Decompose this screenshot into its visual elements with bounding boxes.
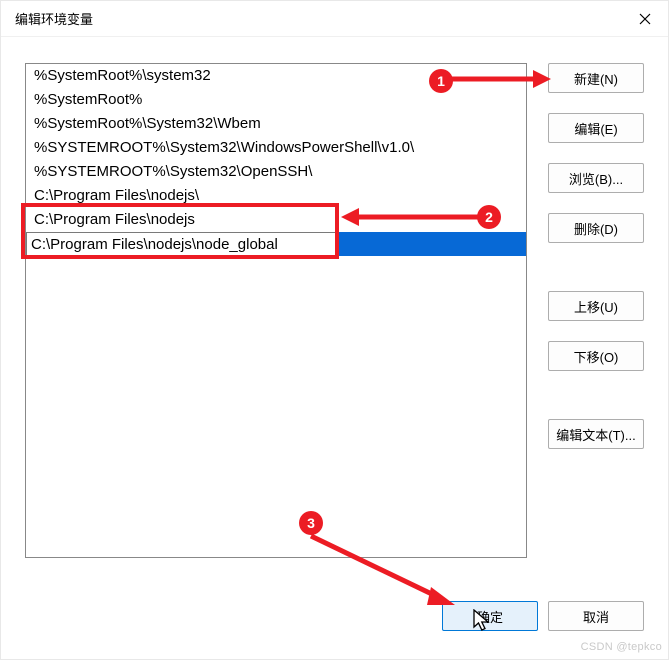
list-item[interactable]: %SystemRoot%\system32 <box>26 64 526 88</box>
titlebar: 编辑环境变量 <box>1 1 668 37</box>
move-down-button[interactable]: 下移(O) <box>548 341 644 371</box>
bottom-buttons: 确定 取消 <box>442 601 644 631</box>
close-button[interactable] <box>622 1 668 37</box>
list-item[interactable]: %SYSTEMROOT%\System32\OpenSSH\ <box>26 160 526 184</box>
list-item[interactable]: %SYSTEMROOT%\System32\WindowsPowerShell\… <box>26 136 526 160</box>
delete-button[interactable]: 删除(D) <box>548 213 644 243</box>
button-label: 编辑文本(T)... <box>556 425 635 444</box>
watermark: CSDN @tepkco <box>581 641 662 653</box>
button-label: 取消 <box>583 607 609 626</box>
button-label: 浏览(B)... <box>569 169 623 188</box>
button-label: 编辑(E) <box>574 119 617 138</box>
new-button[interactable]: 新建(N) <box>548 63 644 93</box>
list-item[interactable]: %SystemRoot% <box>26 88 526 112</box>
edit-button[interactable]: 编辑(E) <box>548 113 644 143</box>
button-label: 下移(O) <box>574 347 619 366</box>
list-item[interactable]: %SystemRoot%\System32\Wbem <box>26 112 526 136</box>
cancel-button[interactable]: 取消 <box>548 601 644 631</box>
browse-button[interactable]: 浏览(B)... <box>548 163 644 193</box>
side-buttons: 新建(N) 编辑(E) 浏览(B)... 删除(D) 上移(U) 下移(O) 编… <box>548 63 644 449</box>
dialog-title: 编辑环境变量 <box>15 9 93 28</box>
button-label: 上移(U) <box>574 297 618 316</box>
dialog-content: %SystemRoot%\system32 %SystemRoot% %Syst… <box>1 37 668 659</box>
ok-button[interactable]: 确定 <box>442 601 538 631</box>
button-label: 删除(D) <box>574 219 618 238</box>
move-up-button[interactable]: 上移(U) <box>548 291 644 321</box>
list-item[interactable]: C:\Program Files\nodejs <box>26 208 526 232</box>
edit-text-button[interactable]: 编辑文本(T)... <box>548 419 644 449</box>
button-label: 新建(N) <box>574 69 618 88</box>
close-icon <box>639 13 651 25</box>
inline-edit-input[interactable] <box>26 232 338 256</box>
env-var-listbox[interactable]: %SystemRoot%\system32 %SystemRoot% %Syst… <box>25 63 527 558</box>
button-label: 确定 <box>477 607 503 626</box>
list-item-selected[interactable]: C:\Program Files\nodejs\node_global <box>26 232 526 256</box>
list-item[interactable]: C:\Program Files\nodejs\ <box>26 184 526 208</box>
